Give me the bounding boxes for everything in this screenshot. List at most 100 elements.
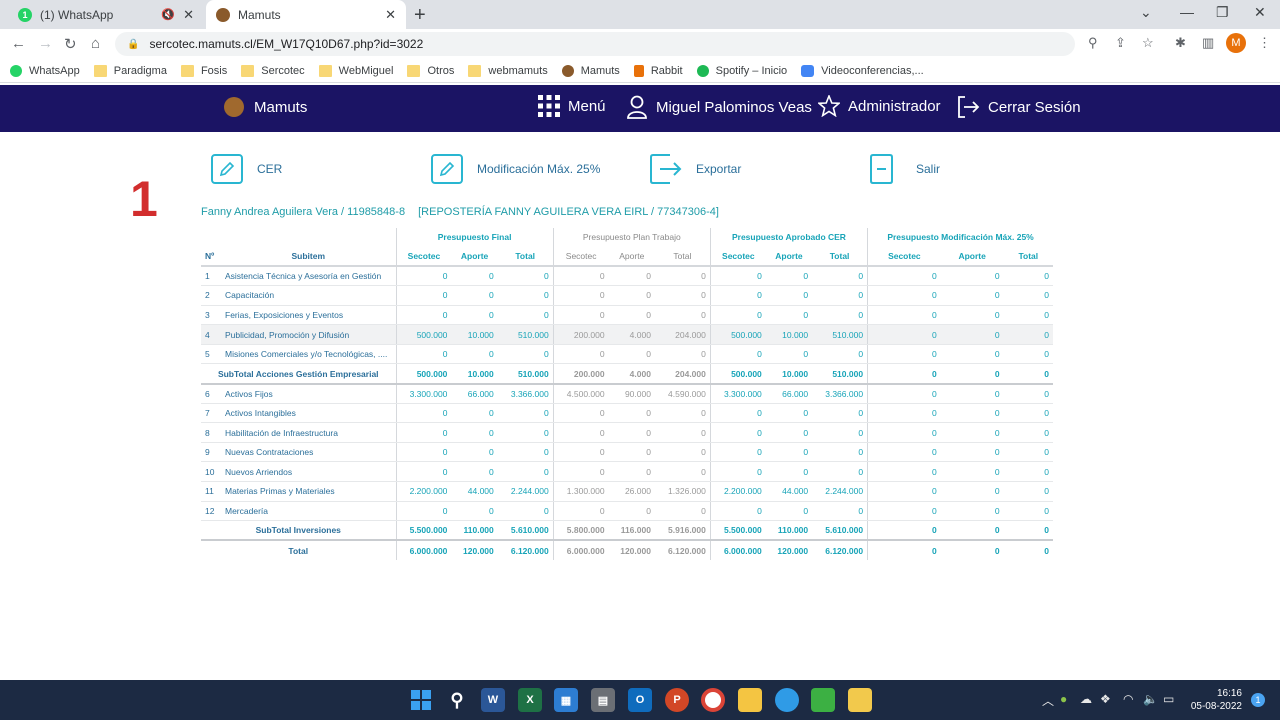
notification-badge[interactable]: 1 — [1251, 693, 1265, 707]
zoom-icon[interactable]: ⚲ — [1088, 35, 1098, 51]
windows-start-icon[interactable] — [409, 688, 433, 712]
lock-icon[interactable]: 🔒 — [127, 39, 139, 50]
system-clock[interactable]: 16:16 05-08-2022 — [1188, 687, 1242, 713]
brand-link[interactable]: Mamuts — [224, 97, 307, 117]
maximize-button[interactable]: ❐ — [1216, 4, 1229, 21]
bookmark-star-icon[interactable]: ☆ — [1142, 35, 1154, 51]
more-menu-icon[interactable]: ⋮ — [1258, 35, 1271, 51]
cell-plan-aporte: 0 — [608, 422, 655, 443]
cell-final-total: 0 — [497, 422, 554, 443]
bookmark-paradigma[interactable]: Paradigma — [93, 64, 167, 77]
bookmark-otros[interactable]: Otros — [407, 64, 454, 77]
bookmark-fosis[interactable]: Fosis — [180, 64, 227, 77]
bookmark-spotify[interactable]: Spotify – Inicio — [696, 64, 787, 77]
mamuts-icon — [561, 64, 574, 77]
file-explorer-icon[interactable] — [738, 688, 762, 712]
cell-cer-secotec: 0 — [709, 403, 766, 424]
admin-button[interactable]: Administrador — [818, 95, 941, 117]
close-window-button[interactable]: ✕ — [1254, 4, 1266, 21]
excel-icon[interactable]: X — [518, 688, 542, 712]
bookmark-videoconferencias[interactable]: Videoconferencias,... — [801, 64, 924, 77]
cell-plan-total: 5.916.000 — [654, 520, 711, 542]
word-icon[interactable]: W — [481, 688, 505, 712]
cell-final-total: 2.244.000 — [497, 481, 554, 502]
bookmark-rabbit[interactable]: Rabbit — [633, 64, 683, 77]
bookmark-whatsapp[interactable]: WhatsApp — [10, 64, 80, 77]
logout-button[interactable]: Cerrar Sesión — [956, 95, 1081, 119]
cell-plan-total: 1.326.000 — [654, 481, 711, 502]
col-aporte: Aporte — [940, 246, 1004, 267]
new-tab-button[interactable]: + — [414, 4, 426, 27]
wifi-icon[interactable]: ◠ — [1123, 692, 1133, 706]
bookmark-webmiguel[interactable]: WebMiguel — [318, 64, 393, 77]
rabbit-icon — [633, 64, 644, 77]
subtotal-row: SubTotal Inversiones 5.500.000 110.000 5.61… — [201, 520, 1053, 542]
cell-plan-secotec: 0 — [552, 305, 609, 326]
cell-cer-secotec: 0 — [709, 442, 766, 463]
onedrive-icon[interactable]: ☁ — [1080, 692, 1092, 706]
tab-whatsapp[interactable]: 1 (1) WhatsApp 🔇 ✕ — [8, 0, 204, 29]
chrome-icon[interactable] — [701, 688, 725, 712]
bookmark-webmamuts[interactable]: webmamuts — [468, 64, 548, 77]
cell-final-secotec: 500.000 — [395, 324, 452, 345]
exportar-button[interactable]: Exportar — [650, 154, 741, 184]
outlook-icon[interactable]: O — [628, 688, 652, 712]
cell-plan-total: 0 — [654, 305, 711, 326]
cell-final-aporte: 10.000 — [451, 324, 498, 345]
minimize-button[interactable]: — — [1180, 4, 1194, 20]
bookmark-mamuts[interactable]: Mamuts — [561, 64, 620, 77]
side-panel-icon[interactable]: ▥ — [1202, 35, 1214, 51]
profile-avatar[interactable]: M — [1226, 33, 1246, 53]
user-button[interactable]: Miguel Palominos Veas — [626, 95, 812, 119]
total-label: Total — [288, 545, 309, 556]
bookmark-label: Rabbit — [650, 64, 683, 77]
grid-menu-icon — [538, 95, 560, 117]
subtotal-label: SubTotal Acciones Gestión Empresarial — [201, 363, 396, 385]
url-field[interactable]: 🔒 sercotec.mamuts.cl/EM_W17Q10D67.php?id… — [115, 32, 1075, 56]
owner-line: Fanny Andrea Aguilera Vera / 11985848-8 … — [201, 206, 719, 218]
cell-cer-total: 510.000 — [812, 363, 868, 385]
close-tab-icon[interactable]: ✕ — [385, 7, 396, 23]
subitem-name: Activos Intangibles — [221, 403, 396, 424]
green-app-icon[interactable] — [811, 688, 835, 712]
back-icon[interactable]: ← — [11, 35, 26, 52]
salir-button[interactable]: Salir — [870, 154, 940, 184]
search-icon[interactable]: ⚲ — [445, 688, 469, 712]
cell-plan-secotec: 200.000 — [552, 324, 609, 345]
reload-icon[interactable]: ↻ — [64, 35, 77, 53]
forward-icon[interactable]: → — [38, 35, 53, 52]
cer-button[interactable]: CER — [211, 154, 282, 184]
cell-mod-total: 0 — [1003, 266, 1053, 287]
speaker-mute-icon[interactable]: 🔇 — [161, 8, 175, 21]
cell-final-aporte: 0 — [451, 285, 498, 306]
cell-plan-total: 0 — [654, 442, 711, 463]
notes-app-icon[interactable] — [848, 688, 872, 712]
extensions-icon[interactable]: ✱ — [1175, 35, 1186, 51]
cell-plan-aporte: 0 — [608, 403, 655, 424]
bookmark-sercotec[interactable]: Sercotec — [241, 64, 305, 77]
tab-search-icon[interactable]: ⌄ — [1140, 4, 1152, 21]
tab-mamuts[interactable]: Mamuts ✕ — [206, 0, 406, 29]
modificacion-button[interactable]: Modificación Máx. 25% — [431, 154, 600, 184]
calendar-icon[interactable]: ▦ — [554, 688, 578, 712]
cell-final-aporte: 0 — [451, 403, 498, 424]
cell-cer-total: 2.244.000 — [812, 481, 868, 502]
close-tab-icon[interactable]: ✕ — [183, 7, 194, 23]
battery-icon[interactable]: ▭ — [1163, 692, 1174, 706]
browser-globe-icon[interactable] — [775, 688, 799, 712]
tray-chevron-icon[interactable]: ︿ — [1042, 692, 1054, 709]
dropbox-icon[interactable]: ❖ — [1100, 692, 1111, 706]
share-icon[interactable]: ⇪ — [1115, 35, 1126, 51]
table-row: 7 Activos Intangibles 0 0 0 0 0 0 0 0 0 0 0 0 — [201, 403, 1053, 424]
company-name: [REPOSTERÍA FANNY AGUILERA VERA EIRL / 7… — [418, 206, 719, 218]
tray-app-icon[interactable]: ● — [1060, 692, 1067, 706]
cell-plan-secotec: 0 — [552, 422, 609, 443]
home-icon[interactable]: ⌂ — [91, 35, 100, 52]
volume-icon[interactable]: 🔈 — [1143, 692, 1158, 706]
cell-final-total: 510.000 — [497, 363, 554, 385]
cer-label: CER — [257, 162, 283, 176]
calculator-icon[interactable]: ▤ — [591, 688, 615, 712]
powerpoint-icon[interactable]: P — [665, 688, 689, 712]
cell-mod-secotec: 0 — [867, 403, 941, 424]
menu-button[interactable]: Menú — [538, 95, 606, 117]
